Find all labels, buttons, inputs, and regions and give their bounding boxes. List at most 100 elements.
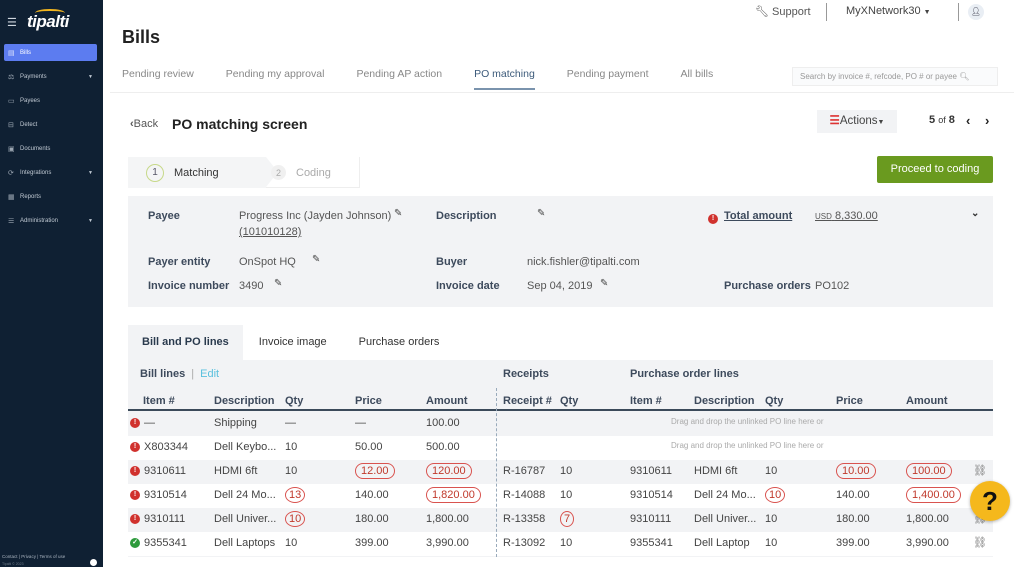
cell-po-qty: 10 bbox=[765, 537, 778, 549]
unlink-icon[interactable]: ⛓ bbox=[973, 536, 987, 549]
edit-bill-lines-link[interactable]: Edit bbox=[200, 368, 219, 380]
network-dropdown[interactable]: MyXNetwork30 ▼ bbox=[846, 5, 931, 17]
payee-id-link[interactable]: (101010128) bbox=[239, 226, 301, 238]
cell-qty: 13 bbox=[285, 487, 306, 503]
next-bill-button[interactable]: › bbox=[985, 113, 989, 128]
table-row[interactable]: ✓ 9355341 Dell Laptops 10 399.00 3,990.00 R-13… bbox=[128, 532, 993, 556]
check-icon: ✓ bbox=[130, 537, 140, 549]
table-row[interactable]: ! 9310611 HDMI 6ft 10 12.00 120.00 R-16787 10 93… bbox=[128, 460, 993, 484]
sidebar-item-administration[interactable]: ☰ Administration ▼ bbox=[4, 212, 97, 229]
contact-link[interactable]: Contact bbox=[2, 554, 18, 559]
edit-description-pencil-icon[interactable]: ✎ bbox=[537, 208, 545, 219]
edit-invoice-date-pencil-icon[interactable]: ✎ bbox=[600, 278, 608, 289]
cell-po-item: 9310111 bbox=[630, 513, 672, 525]
col-po-amount: Amount bbox=[906, 395, 948, 407]
cell-po-qty: 10 bbox=[765, 513, 778, 525]
cell-item: 9310111 bbox=[144, 513, 186, 525]
cell-desc: HDMI 6ft bbox=[214, 465, 258, 477]
step-label: Coding bbox=[296, 166, 331, 179]
tab-pending-review[interactable]: Pending review bbox=[122, 68, 194, 90]
sidebar-item-label: Documents bbox=[20, 145, 51, 152]
back-label: Back bbox=[133, 118, 159, 130]
previous-bill-button[interactable]: ‹ bbox=[966, 113, 970, 128]
table-row[interactable]: ! X803344 Dell Keybo... 10 50.00 500.00 Drag a… bbox=[128, 436, 993, 460]
cell-price: 399.00 bbox=[355, 537, 389, 549]
cell-receipt: R-14088 bbox=[503, 489, 546, 501]
expand-chevron-icon[interactable]: ⌄ bbox=[971, 208, 979, 219]
payer-entity-value: OnSpot HQ bbox=[239, 256, 296, 268]
cell-item: 9310514 bbox=[144, 489, 187, 501]
user-avatar-icon[interactable]: 👤︎ bbox=[968, 4, 984, 20]
matching-table: Bill lines | Edit Receipts Purchase order … bbox=[128, 360, 993, 557]
divider bbox=[826, 3, 827, 21]
sidebar-item-documents[interactable]: ▣ Documents bbox=[4, 140, 97, 157]
tipalti-logo[interactable]: tipalti bbox=[27, 9, 69, 32]
table-row[interactable]: ! 9310111 Dell Univer... 10 180.00 1,800.00 R-… bbox=[128, 508, 993, 532]
support-link[interactable]: 🔧︎ Support bbox=[755, 5, 811, 18]
cell-item: 9355341 bbox=[144, 537, 187, 549]
buyer-value: nick.fishler@tipalti.com bbox=[527, 256, 640, 268]
tab-all-bills[interactable]: All bills bbox=[681, 68, 714, 90]
edit-payer-pencil-icon[interactable]: ✎ bbox=[312, 254, 320, 265]
sidebar-item-bills[interactable]: ▤ Bills bbox=[4, 44, 97, 61]
cell-amount: 100.00 bbox=[426, 417, 460, 429]
payees-icon: ▭ bbox=[8, 97, 15, 105]
cell-receipt: R-16787 bbox=[503, 465, 546, 477]
step-coding[interactable]: 2 Coding bbox=[271, 157, 331, 188]
payer-entity-label: Payer entity bbox=[148, 256, 211, 268]
step-label: Matching bbox=[174, 166, 219, 179]
bills-tabs: Pending review Pending my approval Pending… bbox=[122, 68, 745, 90]
col-po-item: Item # bbox=[630, 395, 662, 407]
cell-qty: 10 bbox=[285, 537, 298, 549]
help-button[interactable]: ? bbox=[970, 481, 1010, 521]
tab-po-matching[interactable]: PO matching bbox=[474, 68, 535, 90]
edit-payee-pencil-icon[interactable]: ✎ bbox=[394, 208, 402, 219]
sidebar-item-reports[interactable]: ▦ Reports bbox=[4, 188, 97, 205]
header-divider bbox=[128, 409, 993, 411]
cell-qty: — bbox=[285, 417, 296, 429]
cell-po-price: 399.00 bbox=[836, 537, 870, 549]
cell-qty: 10 bbox=[285, 511, 306, 527]
cell-price: 140.00 bbox=[355, 489, 389, 501]
sidebar-item-payments[interactable]: ⚖ Payments ▼ bbox=[4, 68, 97, 85]
col-price: Price bbox=[355, 395, 382, 407]
table-row[interactable]: ! — Shipping — — 100.00 Drag and drop the unli… bbox=[128, 412, 993, 436]
step-matching[interactable]: 1 Matching bbox=[128, 157, 278, 188]
caret-down-icon: ▼ bbox=[88, 73, 93, 80]
tab-pending-ap-action[interactable]: Pending AP action bbox=[356, 68, 442, 90]
cell-item: X803344 bbox=[144, 441, 189, 453]
back-button[interactable]: ‹Back bbox=[130, 118, 158, 130]
hamburger-menu-icon[interactable]: ☰ bbox=[7, 16, 27, 29]
tab-pending-payment[interactable]: Pending payment bbox=[567, 68, 649, 90]
cell-desc: Dell Univer... bbox=[214, 513, 277, 525]
edit-invoice-number-pencil-icon[interactable]: ✎ bbox=[274, 278, 282, 289]
table-tab-purchase-orders[interactable]: Purchase orders bbox=[343, 325, 456, 360]
tab-pending-my-approval[interactable]: Pending my approval bbox=[226, 68, 325, 90]
terms-link[interactable]: Terms of use bbox=[40, 554, 66, 559]
sidebar-item-detect[interactable]: ⊟ Detect bbox=[4, 116, 97, 133]
sidebar-item-payees[interactable]: ▭ Payees bbox=[4, 92, 97, 109]
table-tab-bill-and-po-lines[interactable]: Bill and PO lines bbox=[128, 325, 243, 360]
privacy-link[interactable]: Privacy bbox=[21, 554, 36, 559]
bills-icon: ▤ bbox=[8, 49, 15, 57]
integrations-icon: ⟳ bbox=[8, 169, 14, 177]
sidebar-item-integrations[interactable]: ⟳ Integrations ▼ bbox=[4, 164, 97, 181]
total-amount-value[interactable]: USD 8,330.00 bbox=[815, 210, 878, 222]
cell-qty: 10 bbox=[285, 465, 298, 477]
table-row[interactable]: ! 9310514 Dell 24 Mo... 13 140.00 1,820.00 R-1… bbox=[128, 484, 993, 508]
drag-drop-hint: Drag and drop the unlinked PO line here … bbox=[671, 441, 824, 450]
cell-po-amount: 3,990.00 bbox=[906, 537, 949, 549]
table-tab-invoice-image[interactable]: Invoice image bbox=[243, 325, 343, 360]
total-amount-label[interactable]: Total amount bbox=[724, 210, 792, 222]
cell-po-desc: HDMI 6ft bbox=[694, 465, 738, 477]
detect-icon: ⊟ bbox=[8, 121, 14, 129]
invoice-date-label: Invoice date bbox=[436, 280, 500, 292]
search-input[interactable]: Search by invoice #, refcode, PO # or pa… bbox=[792, 67, 998, 86]
page-title: Bills bbox=[122, 27, 161, 47]
cell-po-price: 10.00 bbox=[836, 463, 876, 479]
unlink-icon[interactable]: ⛓ bbox=[973, 464, 987, 477]
payee-value: Progress Inc (Jayden Johnson) bbox=[239, 210, 392, 222]
cell-po-price: 180.00 bbox=[836, 513, 870, 525]
actions-dropdown[interactable]: ☰Actions▼ bbox=[817, 110, 897, 133]
proceed-to-coding-button[interactable]: Proceed to coding bbox=[877, 156, 993, 183]
